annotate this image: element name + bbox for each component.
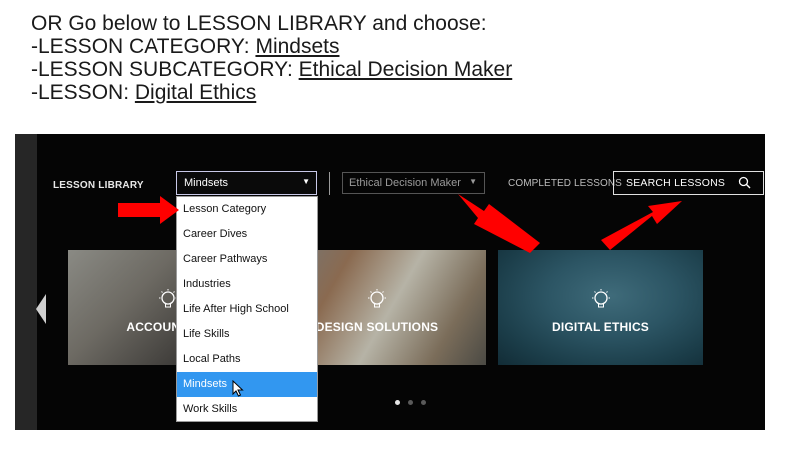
annotation-arrows <box>118 194 682 253</box>
red-arrow-icon <box>458 194 540 253</box>
pointer-cursor-icon <box>232 379 244 402</box>
red-arrow-icon <box>601 201 682 250</box>
red-arrow-icon <box>118 196 179 224</box>
